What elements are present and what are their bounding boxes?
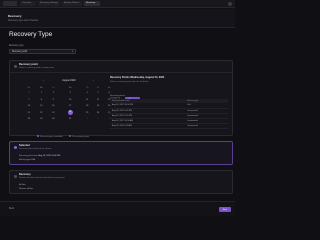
panel-description: Select a recovery point to restore from: [19, 67, 55, 69]
brand-logo: [3, 1, 17, 6]
recovery-type-value: Recovery point: [12, 51, 28, 53]
tab-overview[interactable]: Overview: [20, 1, 36, 6]
header-title: Recovery: [8, 14, 22, 18]
panel-title: Recovery point: [19, 63, 38, 66]
footer: Back Next: [0, 201, 235, 216]
row-time: Aug 24, 2022 6:00 AM: [110, 123, 186, 129]
schedule-description: Select a recovery point from the list be…: [110, 81, 149, 83]
header-subtitle: Recovery type and schedule: [8, 19, 39, 22]
recovery-type-select[interactable]: Recovery point ▾: [9, 49, 76, 54]
back-button[interactable]: Back: [9, 208, 14, 210]
calendar-day[interactable]: 28: [23, 116, 35, 123]
type-label: Recovery type: [9, 45, 24, 47]
selected-type-row: Backup type: Full: [19, 159, 35, 161]
calendar-day[interactable]: 30: [48, 116, 59, 123]
tab-backup-policies[interactable]: Backup Policies: [62, 1, 82, 6]
panel-description: Recovery point selected for restore: [19, 148, 52, 150]
top-bar: Overview Recovery Settings Backup Polici…: [0, 0, 235, 8]
radio-icon[interactable]: [14, 65, 17, 68]
recovery-points-table: Recovery point time Backup type Aug 24, …: [110, 99, 228, 129]
page-title: Recovery Type: [9, 31, 53, 38]
calendar-month: August 2022: [62, 79, 76, 82]
legend-available: Recovery points available: [40, 136, 63, 138]
tab-recovery-settings[interactable]: Recovery Settings: [38, 1, 60, 6]
avatar[interactable]: [228, 2, 232, 6]
row-type: Incremental: [185, 123, 228, 129]
available-dot-icon: [37, 135, 39, 137]
tab-recovery[interactable]: Recovery: [84, 1, 100, 6]
table-row[interactable]: Aug 24, 2022 6:00 AM Incremental: [110, 123, 228, 129]
selected-day[interactable]: 24: [67, 110, 73, 116]
page-header: Recovery Recovery type and schedule: [0, 9, 235, 28]
calendar-grid: SuMoTuWeThFrSa 3112345678910111213141516…: [23, 85, 115, 123]
calendar: ‹ › August 2022 Su Mo Tu We Th Fr Sa 31 1 2 3 4 5 6 7…: [23, 78, 115, 138]
recovery-panel: Recovery Restore the data from the selec…: [9, 170, 233, 194]
calendar-legend: Recovery points available No recovery po…: [37, 135, 89, 138]
selected-type-value: Full: [31, 159, 35, 161]
selected-type-label: Backup type: [19, 159, 31, 161]
selected-time-value: Aug 24, 2022 10:00 PM: [38, 155, 61, 157]
schedule-subtitle: Recovery points: [110, 95, 125, 97]
panel-header: Recovery point Select a recovery point t…: [10, 61, 232, 73]
schedule-title: Recovery Points Wednesday, August 24, 20…: [110, 76, 165, 79]
radio-selected-icon[interactable]: [14, 146, 17, 149]
radio-icon[interactable]: [14, 175, 17, 178]
selected-time-row: Recovery point time: Aug 24, 2022 10:00 …: [19, 155, 61, 157]
legend-none: No recovery points: [72, 136, 90, 138]
recovery-line-value: Restore all files: [19, 188, 34, 190]
panel-description: Restore the data from the selected recov…: [19, 177, 65, 179]
selected-time-label: Recovery point time: [19, 155, 38, 157]
calendar-day[interactable]: 1: [82, 116, 93, 123]
panel-title: Selected: [19, 144, 30, 147]
chevron-down-icon: ▾: [71, 50, 73, 53]
selected-panel: Selected Recovery point selected for res…: [9, 141, 233, 165]
recovery-line-label: All files: [19, 184, 26, 186]
panel-title: Recovery: [19, 173, 31, 176]
calendar-day[interactable]: 31: [59, 116, 82, 123]
next-button[interactable]: Next: [218, 207, 231, 212]
recovery-point-schedule: Recovery Points Wednesday, August 24, 20…: [110, 76, 230, 129]
calendar-day[interactable]: 2: [93, 116, 104, 123]
calendar-day[interactable]: 29: [35, 116, 48, 123]
